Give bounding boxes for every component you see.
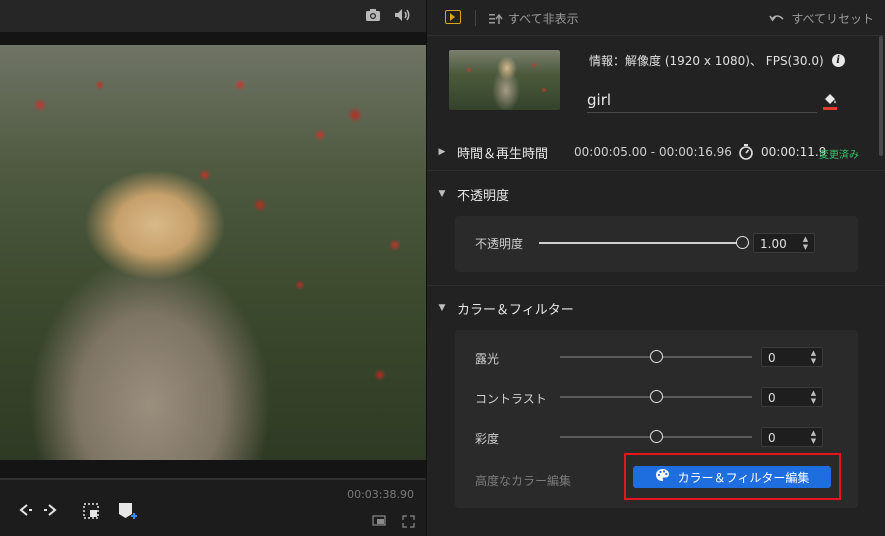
contrast-slider[interactable] [560,390,752,403]
camera-icon[interactable] [364,8,382,24]
collapse-list-icon [489,13,503,24]
slider-thumb[interactable] [650,390,663,403]
opacity-group: 不透明度 1.00 ▲ ▼ [455,216,858,272]
color-section-title: カラー＆フィルター [457,302,574,318]
opacity-label: 不透明度 [475,237,524,251]
prev-frame-icon[interactable] [18,502,34,522]
undo-icon [769,14,784,21]
opacity-slider[interactable] [539,236,749,249]
paint-bucket-icon[interactable] [822,92,838,110]
exposure-stepper[interactable]: 0 ▲ ▼ [761,347,823,367]
saturation-value: 0 [768,431,776,445]
opacity-stepper[interactable]: 1.00 ▲ ▼ [753,233,815,253]
crop-icon[interactable] [82,502,100,524]
collapse-caret-icon: ▼ [438,303,446,313]
preview-toolbar [0,0,426,32]
expand-caret-icon: ▶ [438,147,446,157]
stepper-arrows-icon[interactable]: ▲ ▼ [801,235,810,251]
contrast-stepper[interactable]: 0 ▲ ▼ [761,387,823,407]
fullscreen-icon[interactable] [402,515,415,531]
slider-thumb[interactable] [650,350,663,363]
preview-pane: 00:03:38.90 [0,0,426,536]
hide-all-button[interactable]: すべて非表示 [489,10,579,27]
stepper-arrows-icon[interactable]: ▲ ▼ [809,429,818,445]
duration-range: 00:00:05.00 - 00:00:16.96 [574,145,732,159]
clip-info: 情報：解像度 (1920 x 1080)、 FPS(30.0) i [589,52,845,69]
reset-all-button[interactable]: すべてリセット [769,10,874,27]
video-preview-frame[interactable] [0,45,426,460]
slider-fill [539,242,742,244]
clip-info-text: 情報：解像度 (1920 x 1080)、 FPS(30.0) [589,54,824,68]
add-marker-icon[interactable] [117,502,139,526]
changed-badge: 変更済み [819,150,859,161]
contrast-label: コントラスト [475,392,547,406]
slider-thumb[interactable] [650,430,663,443]
exposure-value: 0 [768,351,776,365]
stepper-arrows-icon[interactable]: ▲ ▼ [809,389,818,405]
palette-icon [655,468,670,486]
saturation-slider[interactable] [560,430,752,443]
opacity-section-header[interactable]: ▼ 不透明度 [427,182,885,206]
info-icon[interactable]: i [831,54,845,67]
properties-pane: すべて非表示 すべてリセット 情報：解像度 (1920 x 1080)、 FPS… [426,0,885,536]
exposure-label: 露光 [475,352,500,366]
header-divider [475,10,476,26]
color-filter-edit-button[interactable]: カラー＆フィルター編集 [633,466,831,488]
properties-scrollbar[interactable] [879,36,883,156]
advanced-color-label: 高度なカラー編集 [475,474,572,488]
next-frame-icon[interactable] [42,502,58,522]
color-section-header[interactable]: ▼ カラー＆フィルター [427,296,885,320]
speaker-icon[interactable] [394,8,412,24]
section-divider [427,170,885,171]
saturation-label: 彩度 [475,432,500,446]
opacity-value: 1.00 [760,237,787,251]
saturation-stepper[interactable]: 0 ▲ ▼ [761,427,823,447]
properties-header: すべて非表示 すべてリセット [427,0,885,36]
exposure-slider[interactable] [560,350,752,363]
contrast-value: 0 [768,391,776,405]
clip-thumbnail [449,50,560,110]
properties-panel-icon[interactable] [445,10,461,24]
speed-duration: 00:00:11.9 [761,145,827,159]
stepper-arrows-icon[interactable]: ▲ ▼ [809,349,818,365]
stopwatch-icon[interactable] [738,143,754,164]
reset-all-label: すべてリセット [791,12,874,26]
playback-controls: 00:03:38.90 [0,478,426,536]
hide-all-label: すべて非表示 [508,12,579,26]
clip-name-field[interactable]: girl [587,91,817,113]
slider-thumb[interactable] [736,236,749,249]
time-section-title: 時間＆再生時間 [457,146,549,162]
pip-icon[interactable] [372,515,386,529]
collapse-caret-icon: ▼ [438,189,446,199]
timecode: 00:03:38.90 [347,488,414,501]
section-divider [427,285,885,286]
opacity-section-title: 不透明度 [457,188,510,204]
color-filter-edit-label: カラー＆フィルター編集 [677,470,810,485]
